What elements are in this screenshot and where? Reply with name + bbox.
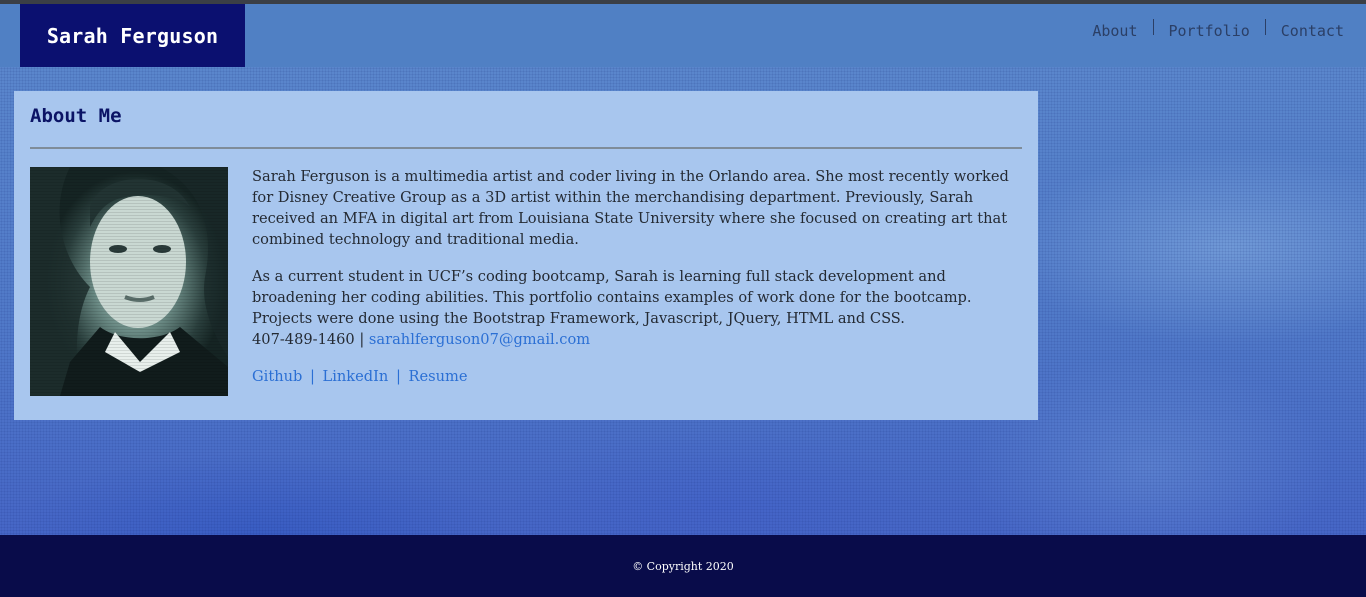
nav-divider [1152, 19, 1154, 35]
contact-separator: | [354, 331, 369, 348]
nav-link-contact[interactable]: Contact [1281, 22, 1344, 40]
about-paragraph-2: As a current student in UCF’s coding boo… [252, 268, 972, 327]
about-paragraph-1: Sarah Ferguson is a multimedia artist an… [252, 168, 1009, 248]
about-card: About Me Sarah Ferguson is a multimedia … [14, 91, 1038, 420]
navbar: Sarah Ferguson About Portfolio Contact [0, 4, 1366, 67]
nav-menu: About Portfolio Contact [1092, 19, 1344, 40]
email-link[interactable]: sarahlferguson07@gmail.com [369, 331, 590, 348]
linkedin-link[interactable]: LinkedIn [323, 368, 389, 385]
link-separator: | [309, 368, 315, 385]
profile-photo [30, 167, 228, 396]
profile-links: Github | LinkedIn | Resume [252, 366, 1024, 387]
contact-line: 407-489-1460 | sarahlferguson07@gmail.co… [252, 329, 1024, 350]
copyright-text: © Copyright 2020 [632, 559, 734, 573]
link-separator: | [395, 368, 401, 385]
nav-divider [1264, 19, 1266, 35]
brand-logo[interactable]: Sarah Ferguson [20, 4, 245, 67]
phone-number: 407-489-1460 [252, 331, 355, 348]
heading-divider [30, 147, 1022, 149]
github-link[interactable]: Github [252, 368, 302, 385]
footer: © Copyright 2020 [0, 535, 1366, 597]
about-heading: About Me [30, 105, 122, 127]
portrait-illustration [30, 167, 228, 396]
nav-link-about[interactable]: About [1092, 22, 1137, 40]
about-text: Sarah Ferguson is a multimedia artist an… [252, 166, 1024, 387]
resume-link[interactable]: Resume [409, 368, 468, 385]
nav-link-portfolio[interactable]: Portfolio [1169, 22, 1250, 40]
